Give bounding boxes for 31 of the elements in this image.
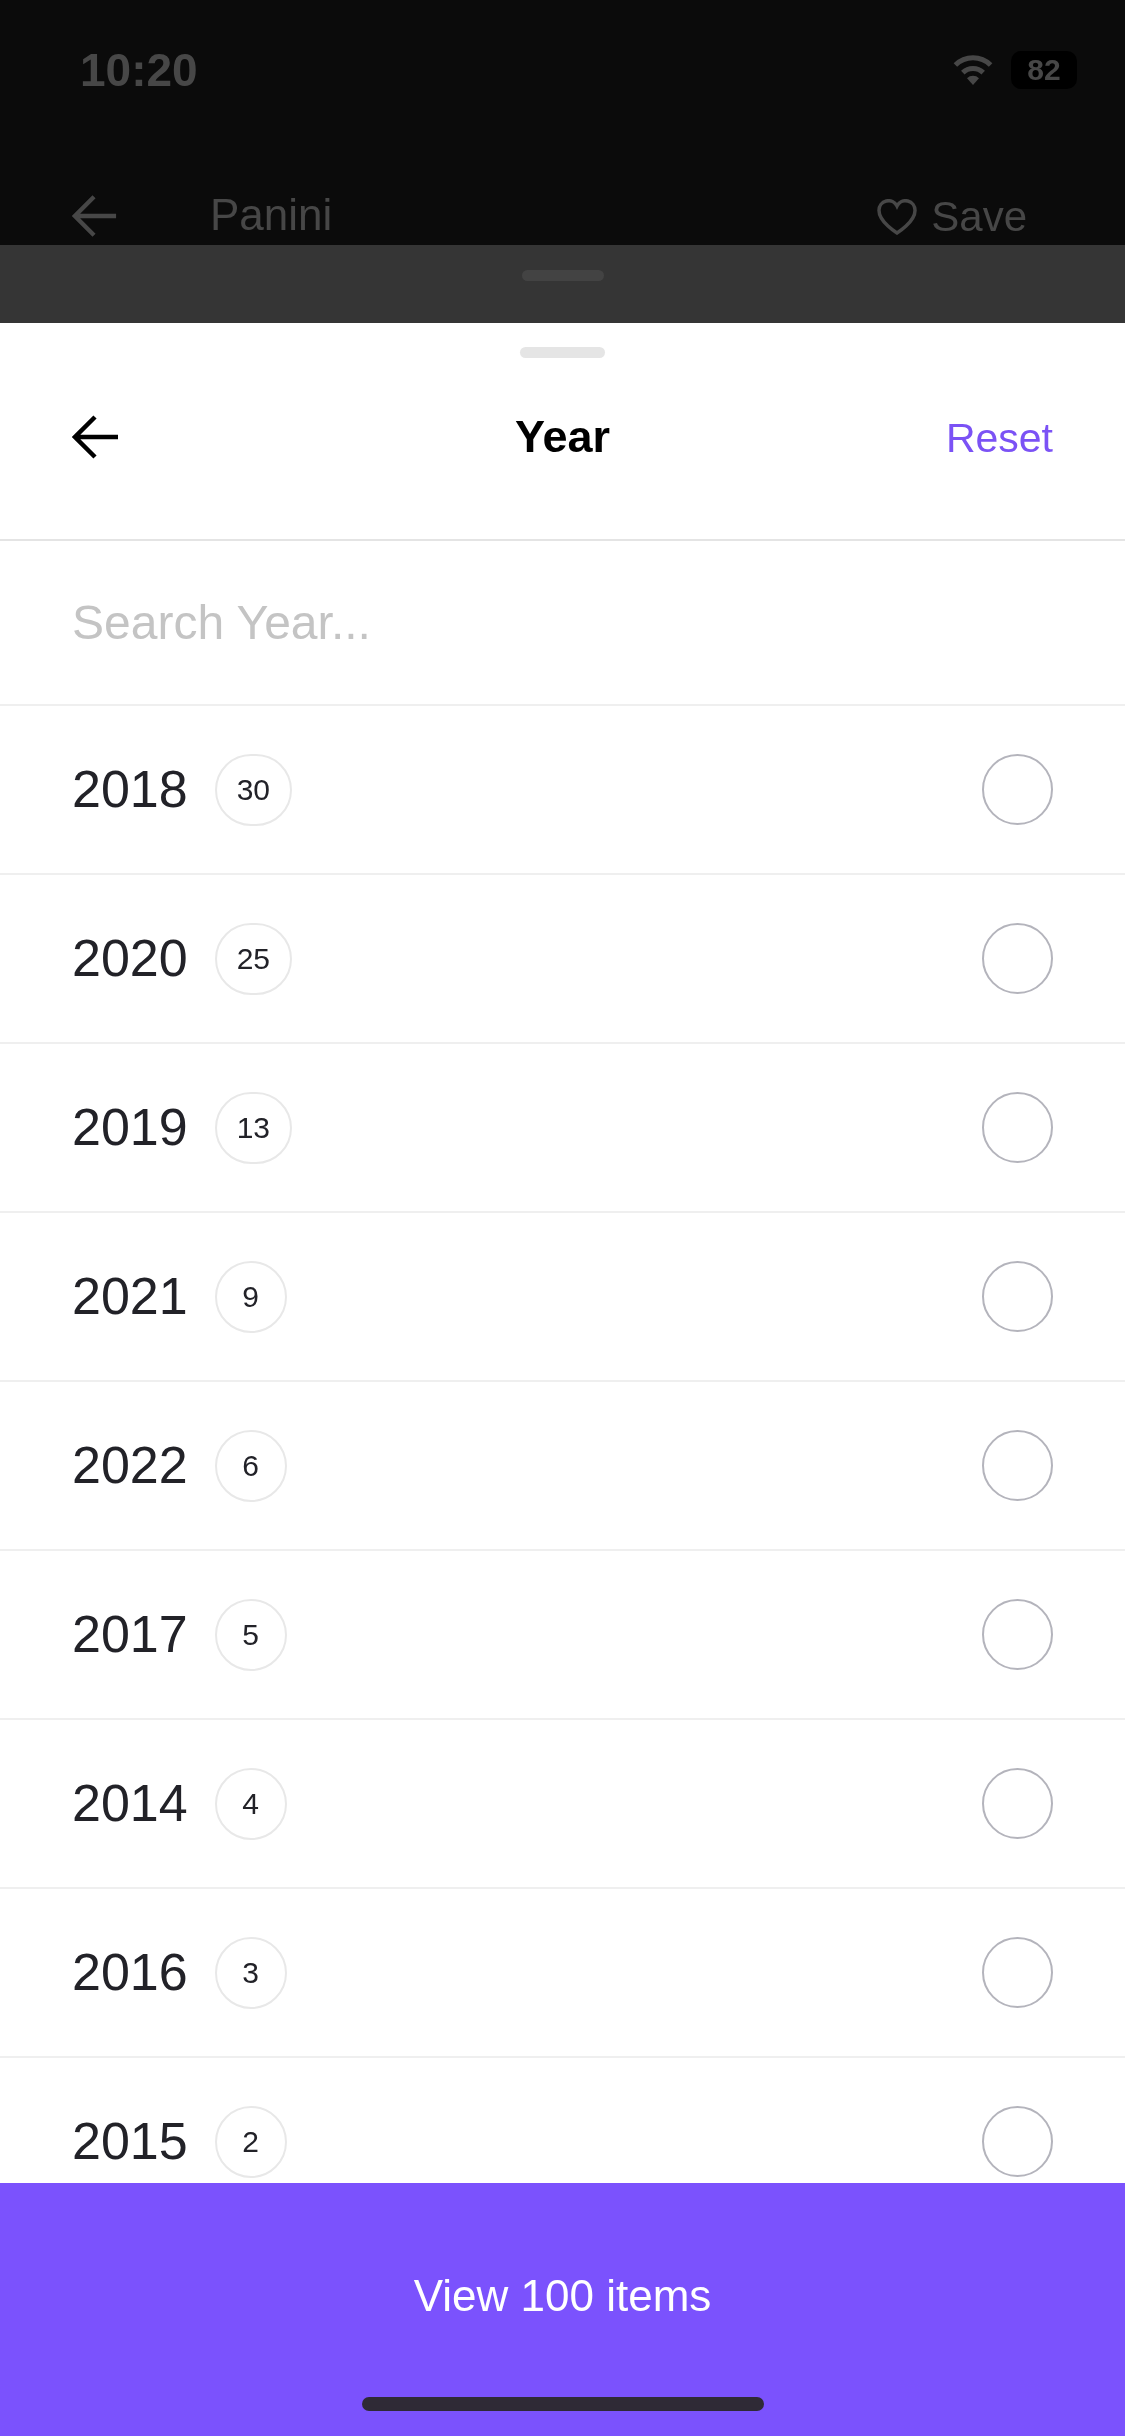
year-label: 2020 (72, 929, 188, 988)
year-label: 2018 (72, 760, 188, 819)
page-title: Panini (210, 190, 333, 241)
count-badge: 30 (214, 753, 293, 826)
year-label: 2022 (72, 1436, 188, 1495)
year-label: 2015 (72, 2112, 188, 2171)
year-label: 2017 (72, 1605, 188, 1664)
sheet-title: Year (514, 411, 611, 463)
count-badge: 9 (214, 1260, 287, 1333)
count-badge: 3 (214, 1936, 287, 2009)
back-button[interactable] (72, 412, 120, 461)
battery-level: 82 (1011, 51, 1077, 89)
status-time: 10:20 (80, 43, 198, 97)
view-items-button[interactable]: View 100 items (0, 2183, 1125, 2436)
year-label: 2014 (72, 1774, 188, 1833)
back-arrow-icon (72, 193, 118, 239)
count-badge: 5 (214, 1598, 287, 1671)
wifi-icon (951, 54, 995, 86)
count-badge: 13 (214, 1091, 293, 1164)
back-arrow-icon (72, 412, 120, 461)
count-badge: 2 (214, 2105, 287, 2178)
year-label: 2019 (72, 1098, 188, 1157)
count-badge: 6 (214, 1429, 287, 1502)
year-label: 2021 (72, 1267, 188, 1326)
count-badge: 25 (214, 922, 293, 995)
reset-button[interactable]: Reset (945, 415, 1053, 462)
heart-icon (877, 198, 918, 235)
year-label: 2016 (72, 1943, 188, 2002)
count-badge: 4 (214, 1767, 287, 1840)
drag-handle[interactable] (520, 347, 605, 358)
save-label: Save (931, 192, 1027, 241)
